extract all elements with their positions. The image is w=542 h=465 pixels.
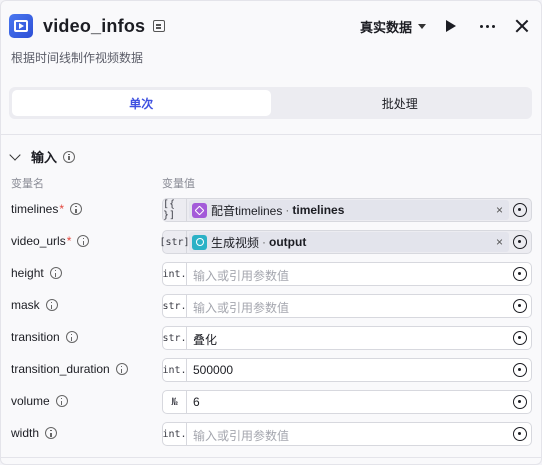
param-row-mask: mask str. 输入或引用参数值 <box>1 294 541 318</box>
type-badge: str. <box>162 295 187 317</box>
required-mark: * <box>59 202 65 216</box>
param-row-volume: volume № 6 <box>1 390 541 414</box>
node-config-panel: video_infos 真实数据 根据时间线制作视频数据 单次 批处理 输入 变… <box>0 0 542 465</box>
param-name: transition <box>11 330 60 344</box>
info-icon[interactable] <box>65 331 78 343</box>
param-row-video-urls: video_urls * [str] 生成视频 · output × <box>1 230 541 254</box>
divider <box>1 134 541 135</box>
ref-output-name: timelines <box>292 203 345 217</box>
reference-picker-icon[interactable] <box>513 299 527 313</box>
panel-header: video_infos 真实数据 <box>9 11 533 41</box>
divider <box>1 457 541 458</box>
value-placeholder[interactable]: 输入或引用参数值 <box>193 427 289 444</box>
reference-picker-icon[interactable] <box>513 395 527 409</box>
param-name: transition_duration <box>11 362 110 376</box>
reference-picker-icon[interactable] <box>513 363 527 377</box>
param-name: volume <box>11 394 50 408</box>
param-name: width <box>11 426 40 440</box>
type-badge: [str] <box>159 231 190 253</box>
data-mode-label: 真实数据 <box>359 19 412 35</box>
ref-node-name: 生成视频 <box>211 235 260 250</box>
edit-title-icon[interactable] <box>153 20 166 32</box>
type-badge: int. <box>162 423 187 445</box>
col-variable-name: 变量名 <box>11 178 44 190</box>
reference-picker-icon[interactable] <box>513 267 527 281</box>
param-value-field[interactable]: [str] 生成视频 · output × <box>159 230 532 254</box>
param-row-timelines: timelines * [{ }] 配音timelines · timelines… <box>1 198 541 222</box>
value-text[interactable]: 500000 <box>193 363 233 377</box>
data-mode-select[interactable]: 真实数据 <box>360 17 426 36</box>
section-title: 输入 <box>31 150 58 165</box>
chevron-down-icon <box>418 23 426 29</box>
ref-output-name: output <box>269 235 307 249</box>
param-name: timelines <box>11 202 59 216</box>
type-badge: int. <box>162 359 187 381</box>
chevron-down-icon[interactable] <box>9 148 21 161</box>
loop-icon <box>192 234 207 250</box>
cube-icon <box>192 202 207 218</box>
column-headers: 变量名 变量值 <box>11 175 531 191</box>
input-section-header[interactable]: 输入 <box>9 147 76 166</box>
node-title[interactable]: video_infos <box>43 16 145 37</box>
param-value-field[interactable]: str. 输入或引用参数值 <box>162 294 532 318</box>
info-icon[interactable] <box>70 203 83 215</box>
info-icon[interactable] <box>63 150 76 163</box>
value-placeholder[interactable]: 输入或引用参数值 <box>193 299 289 316</box>
run-button[interactable] <box>444 19 458 33</box>
info-icon[interactable] <box>77 235 90 247</box>
info-icon[interactable] <box>45 299 58 311</box>
reference-picker-icon[interactable] <box>513 203 527 217</box>
param-value-field[interactable]: str. 叠化 <box>162 326 532 350</box>
info-icon[interactable] <box>49 267 62 279</box>
param-value-field[interactable]: № 6 <box>162 390 532 414</box>
param-value-field[interactable]: int. 输入或引用参数值 <box>162 262 532 286</box>
param-value-field[interactable]: [{ }] 配音timelines · timelines × <box>162 198 532 222</box>
param-name: height <box>11 266 44 280</box>
run-mode-tabs: 单次 批处理 <box>9 87 532 119</box>
tab-batch[interactable]: 批处理 <box>271 90 530 116</box>
info-icon[interactable] <box>55 395 68 407</box>
param-row-transition: transition str. 叠化 <box>1 326 541 350</box>
reference-picker-icon[interactable] <box>513 427 527 441</box>
info-icon[interactable] <box>45 427 58 439</box>
close-button[interactable] <box>515 19 529 33</box>
type-badge: № <box>163 391 187 413</box>
param-name: mask <box>11 298 40 312</box>
video-app-icon <box>9 14 33 38</box>
type-badge: [{ }] <box>163 199 187 221</box>
param-value-field[interactable]: int. 500000 <box>162 358 532 382</box>
value-text[interactable]: 6 <box>193 395 200 409</box>
required-mark: * <box>66 234 72 248</box>
info-icon[interactable] <box>115 363 128 375</box>
node-description: 根据时间线制作视频数据 <box>11 51 144 65</box>
value-text[interactable]: 叠化 <box>193 331 217 348</box>
ref-node-name: 配音timelines <box>211 203 283 218</box>
more-options-button[interactable] <box>480 24 495 28</box>
tab-single[interactable]: 单次 <box>12 90 271 116</box>
param-value-field[interactable]: int. 输入或引用参数值 <box>162 422 532 446</box>
col-variable-value: 变量值 <box>162 178 195 190</box>
remove-reference-icon[interactable]: × <box>496 203 503 217</box>
param-name: video_urls <box>11 234 66 248</box>
remove-reference-icon[interactable]: × <box>496 235 503 249</box>
type-badge: int. <box>162 263 187 285</box>
type-badge: str. <box>162 327 187 349</box>
param-row-height: height int. 输入或引用参数值 <box>1 262 541 286</box>
reference-picker-icon[interactable] <box>513 331 527 345</box>
reference-chip[interactable]: 配音timelines · timelines × <box>189 200 509 220</box>
param-row-transition-duration: transition_duration int. 500000 <box>1 358 541 382</box>
param-row-width: width int. 输入或引用参数值 <box>1 422 541 446</box>
reference-picker-icon[interactable] <box>513 235 527 249</box>
reference-chip[interactable]: 生成视频 · output × <box>189 232 509 252</box>
value-placeholder[interactable]: 输入或引用参数值 <box>193 267 289 284</box>
